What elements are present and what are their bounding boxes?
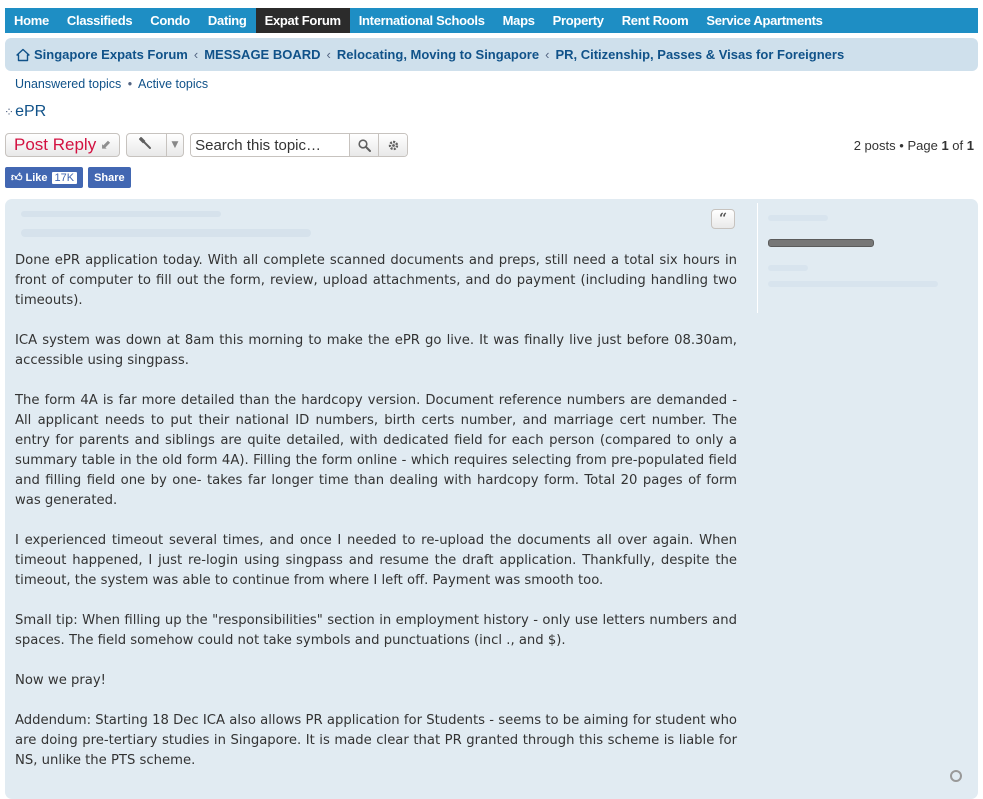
unanswered-topics-link[interactable]: Unanswered topics bbox=[15, 77, 121, 91]
search-input[interactable] bbox=[191, 134, 350, 156]
active-topics-link[interactable]: Active topics bbox=[138, 77, 208, 91]
nav-dating[interactable]: Dating bbox=[199, 8, 256, 33]
nav-expat-forum[interactable]: Expat Forum bbox=[255, 8, 350, 33]
reply-arrow-icon: ⬋ bbox=[100, 137, 112, 152]
social-buttons: 👍︎ Like 17K Share bbox=[5, 167, 131, 188]
breadcrumb-separator: ‹ bbox=[545, 47, 550, 62]
blurred-profile-line bbox=[768, 265, 808, 271]
search-button[interactable] bbox=[349, 134, 379, 156]
like-count: 17K bbox=[51, 171, 78, 184]
blurred-post-meta bbox=[21, 229, 311, 237]
page-label: Page bbox=[907, 138, 938, 153]
blurred-profile-line bbox=[768, 281, 938, 287]
nav-maps[interactable]: Maps bbox=[494, 8, 544, 33]
author-rank-bar bbox=[768, 239, 874, 247]
action-bar: Post Reply ⬋ ▼ bbox=[5, 133, 409, 157]
thumbs-up-icon: 👍︎ bbox=[11, 172, 23, 184]
like-label: Like bbox=[25, 171, 48, 184]
quote-icon: “ bbox=[718, 211, 728, 227]
gear-icon bbox=[388, 140, 398, 150]
post-paragraph: Addendum: Starting 18 Dec ICA also allow… bbox=[15, 713, 737, 768]
blurred-post-header bbox=[21, 211, 221, 217]
nav-home[interactable]: Home bbox=[5, 8, 58, 33]
wrench-icon bbox=[127, 136, 166, 154]
home-icon bbox=[16, 48, 30, 61]
breadcrumb-separator: ‹ bbox=[326, 47, 331, 62]
quick-links: Unanswered topics • Active topics bbox=[15, 77, 208, 91]
drag-grip-icon: ⁘ bbox=[4, 105, 14, 119]
post-paragraph: Done ePR application today. With all com… bbox=[15, 253, 737, 308]
post-paragraph: Now we pray! bbox=[15, 673, 106, 688]
share-label: Share bbox=[94, 171, 125, 184]
author-profile bbox=[757, 203, 978, 313]
facebook-like-button[interactable]: 👍︎ Like 17K bbox=[5, 167, 84, 188]
chevron-down-icon: ▼ bbox=[165, 134, 183, 156]
page-title[interactable]: ePR bbox=[15, 103, 46, 121]
topic-search bbox=[190, 133, 409, 157]
quote-button[interactable]: “ bbox=[711, 209, 735, 229]
post-content: Done ePR application today. With all com… bbox=[15, 251, 737, 791]
quick-links-separator: • bbox=[127, 77, 133, 91]
breadcrumb-item-message-board[interactable]: MESSAGE BOARD bbox=[204, 47, 320, 62]
post-body: “ Done ePR application today. With all c… bbox=[5, 199, 978, 799]
nav-classifieds[interactable]: Classifieds bbox=[58, 8, 141, 33]
pagination: 2 posts • Page 1 of 1 bbox=[854, 138, 974, 153]
nav-property[interactable]: Property bbox=[544, 8, 613, 33]
pagination-separator: • bbox=[899, 138, 904, 153]
advanced-search-button[interactable] bbox=[378, 134, 408, 156]
total-pages: 1 bbox=[966, 138, 974, 153]
nav-rent-room[interactable]: Rent Room bbox=[613, 8, 698, 33]
post-paragraph: I experienced timeout several times, and… bbox=[15, 533, 737, 588]
current-page: 1 bbox=[941, 138, 949, 153]
of-label: of bbox=[952, 138, 964, 153]
blurred-username bbox=[768, 215, 828, 221]
post-count: 2 posts bbox=[853, 138, 896, 153]
nav-service-apartments[interactable]: Service Apartments bbox=[697, 8, 831, 33]
top-navigation: Home Classifieds Condo Dating Expat Foru… bbox=[5, 8, 978, 33]
topic-tools-dropdown[interactable]: ▼ bbox=[126, 133, 185, 157]
nav-condo[interactable]: Condo bbox=[141, 8, 199, 33]
breadcrumb-separator: ‹ bbox=[193, 47, 199, 62]
topic-title-row: ⁘ ePR bbox=[4, 103, 46, 121]
post-reply-button[interactable]: Post Reply ⬋ bbox=[5, 133, 121, 157]
post-paragraph: The form 4A is far more detailed than th… bbox=[15, 393, 737, 508]
facebook-share-button[interactable]: Share bbox=[88, 167, 131, 188]
breadcrumb-item-relocating[interactable]: Relocating, Moving to Singapore bbox=[337, 47, 539, 62]
settings-icon[interactable] bbox=[950, 770, 962, 782]
breadcrumb-item-forum[interactable]: Singapore Expats Forum bbox=[34, 47, 188, 62]
breadcrumb-item-pr-citizenship[interactable]: PR, Citizenship, Passes & Visas for Fore… bbox=[555, 47, 844, 62]
search-icon bbox=[358, 138, 371, 152]
post-reply-label: Post Reply bbox=[14, 135, 97, 154]
post-paragraph: ICA system was down at 8am this morning … bbox=[15, 333, 737, 368]
breadcrumb: Singapore Expats Forum ‹ MESSAGE BOARD ‹… bbox=[5, 38, 978, 71]
nav-international-schools[interactable]: International Schools bbox=[350, 8, 494, 33]
post-paragraph: Small tip: When filling up the "responsi… bbox=[15, 613, 737, 648]
